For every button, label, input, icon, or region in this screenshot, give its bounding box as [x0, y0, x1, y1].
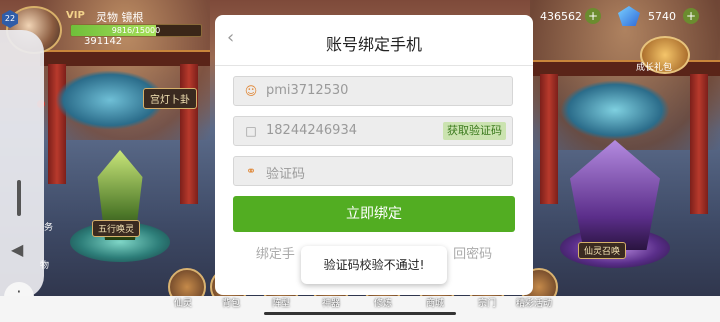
volume-icon[interactable]: ◀ [11, 240, 23, 259]
temple-pillar [540, 74, 558, 204]
nav-label[interactable]: 背包 [222, 296, 240, 309]
phone-field[interactable]: □ 18244246934 获取验证码 [233, 116, 513, 146]
nav-label[interactable]: 宗门 [478, 296, 496, 309]
bind-now-button[interactable]: 立即绑定 [233, 196, 515, 232]
gold-amount: 436562 [540, 10, 582, 23]
temple-pillar [48, 64, 66, 184]
nav-label[interactable]: 修炼 [374, 296, 392, 309]
phone-value: 18244246934 [266, 123, 357, 138]
account-value: pmi3712530 [266, 83, 349, 98]
exp-text: 9816/15000 [111, 26, 161, 35]
error-toast: 验证码校验不通过! [301, 246, 447, 284]
temple-pillar [180, 64, 198, 204]
side-label[interactable]: 务 [44, 220, 53, 233]
verification-code-field[interactable]: ⚭ 验证码 [233, 156, 513, 186]
verification-code-placeholder: 验证码 [266, 167, 306, 182]
side-slider-handle[interactable] [17, 180, 21, 216]
player-name: 灵物 镜根 [96, 11, 144, 24]
system-gesture-bar [0, 296, 720, 322]
footer-right-link[interactable]: 回密码 [453, 247, 492, 262]
growth-gift-label[interactable]: 成长礼包 [636, 60, 672, 73]
spirit-summon-sign[interactable]: 仙灵召唤 [578, 242, 627, 259]
user-icon: ☺ [244, 84, 258, 98]
nav-label[interactable]: 仙灵 [174, 296, 192, 309]
vip-label: VIP [66, 10, 85, 21]
account-field[interactable]: ☺ pmi3712530 [233, 76, 513, 106]
link-icon: ⚭ [245, 164, 257, 178]
dialog-title: 账号绑定手机 [325, 35, 422, 54]
dragon-statue-right [560, 80, 670, 140]
nav-label[interactable]: 精彩活动 [516, 296, 552, 309]
side-label[interactable]: 物 [40, 258, 49, 271]
nav-label[interactable]: 商城 [426, 296, 444, 309]
five-element-summon-sign[interactable]: 五行唤灵 [92, 220, 141, 237]
gold-add-button[interactable]: + [585, 8, 601, 24]
temple-pillar [690, 74, 708, 214]
get-code-button[interactable]: 获取验证码 [443, 122, 506, 140]
footer-left-link[interactable]: 绑定手 [256, 247, 295, 262]
side-floating-panel: ◀ ⋮ [0, 30, 44, 312]
lantern-divination-sign[interactable]: 宫灯卜卦 [143, 88, 197, 109]
summon-crystal[interactable] [570, 140, 660, 250]
home-indicator[interactable] [264, 312, 456, 315]
nav-label[interactable]: 阵型 [272, 296, 290, 309]
nav-label[interactable]: 神器 [322, 296, 340, 309]
gem-add-button[interactable]: + [683, 8, 699, 24]
phone-icon: □ [245, 124, 257, 138]
combat-power: 391142 [84, 36, 123, 47]
gem-amount: 5740 [648, 10, 676, 23]
dialog-divider [215, 65, 533, 66]
